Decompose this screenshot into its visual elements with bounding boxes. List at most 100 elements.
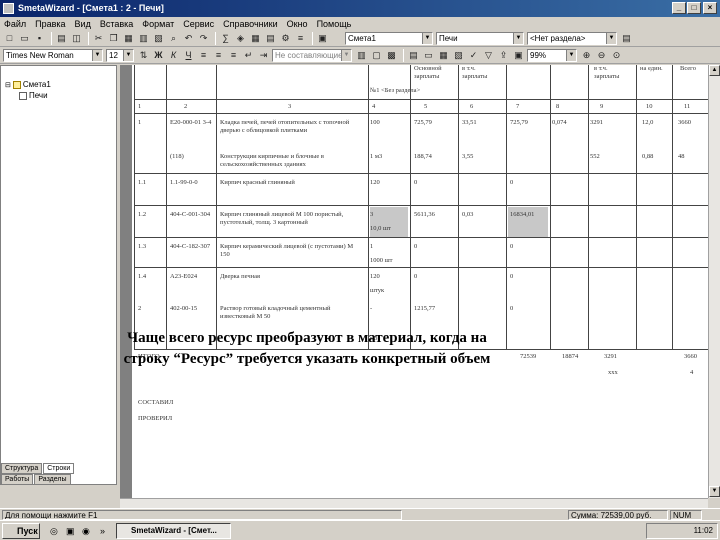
menu-item-2[interactable]: Вид [75, 19, 91, 29]
insert-row-icon[interactable]: ▥ [137, 32, 150, 45]
header-cell: в т.ч. зарплаты [594, 65, 620, 80]
document-icon [19, 91, 27, 100]
new-doc-icon[interactable]: □ [3, 32, 16, 45]
zoom-fit-icon[interactable]: ⊙ [610, 49, 623, 62]
vertical-scrollbar[interactable]: ▲ ▼ [708, 65, 720, 498]
section-select[interactable]: Печи ▼ [436, 31, 524, 45]
menu-item-4[interactable]: Формат [142, 19, 174, 29]
save-icon[interactable]: ▪ [33, 32, 46, 45]
grid-icon[interactable]: ▤ [264, 32, 277, 45]
tree-item-section[interactable]: Печи [19, 91, 48, 100]
estimate-sheet[interactable]: Основной зарплаты в т.ч. зарплаты в т.ч. з… [132, 65, 708, 498]
status-sum: Сумма: 72539,00 руб. [568, 510, 668, 520]
grid-icon[interactable]: ▦ [437, 49, 450, 62]
scroll-up-icon[interactable]: ▲ [709, 65, 720, 76]
underline-button[interactable]: Ч [182, 49, 195, 62]
tab-structure[interactable]: Структура [1, 463, 43, 474]
chevron-down-icon[interactable]: ▼ [422, 32, 432, 44]
table-cell-name: Раствор готовый кладочный цементный изве… [220, 305, 331, 320]
resource-icon[interactable]: ◈ [234, 32, 247, 45]
close-button[interactable]: × [703, 2, 717, 14]
cut-icon[interactable]: ✂ [92, 32, 105, 45]
align-left-icon[interactable]: ≡ [197, 49, 210, 62]
table-cell-c5: 5611,36 [414, 211, 435, 218]
italic-button[interactable]: К [167, 49, 180, 62]
desktop-icon[interactable]: ▣ [66, 526, 75, 537]
zoom-select[interactable]: 99% ▼ [527, 48, 577, 62]
estimate-select[interactable]: Смета1 ▼ [345, 31, 433, 45]
tab-rows[interactable]: Строки [43, 463, 75, 474]
list-icon[interactable]: ≡ [294, 32, 307, 45]
align-right-icon[interactable]: ≡ [227, 49, 240, 62]
zoom-in-icon[interactable]: ⊕ [580, 49, 593, 62]
chevron-down-icon[interactable]: ▼ [92, 49, 102, 61]
task-smetawizard[interactable]: SmetaWizard - [Смет... [116, 523, 231, 539]
tools-icon[interactable]: ⚙ [279, 32, 292, 45]
border-icon[interactable]: ▢ [370, 49, 383, 62]
menu-item-1[interactable]: Правка [35, 19, 65, 29]
zoom-out-icon[interactable]: ⊖ [595, 49, 608, 62]
print-icon[interactable]: ▤ [407, 49, 420, 62]
table-cell-name: Кирпич глиняный лицевой М 100 пористый, … [220, 211, 344, 226]
page-icon[interactable]: ▭ [422, 49, 435, 62]
minimize-button[interactable]: _ [672, 2, 686, 14]
size-select[interactable]: 12 ▼ [106, 48, 134, 62]
signature-label: ПРОВЕРИЛ [138, 415, 173, 422]
tree-item-estimate[interactable]: ⊟ Смета1 [5, 80, 51, 89]
table-cell-name: Дверка печная [220, 273, 260, 280]
props-icon[interactable]: ▣ [512, 49, 525, 62]
filter-icon[interactable]: ▽ [482, 49, 495, 62]
doc-icon[interactable]: ▣ [316, 32, 329, 45]
align-center-icon[interactable]: ≡ [212, 49, 225, 62]
scroll-down-icon[interactable]: ▼ [709, 486, 720, 497]
chevron-down-icon[interactable]: ▼ [566, 49, 576, 61]
column-line [458, 65, 459, 350]
menu-item-5[interactable]: Сервис [183, 19, 214, 29]
paste-icon[interactable]: ▦ [122, 32, 135, 45]
app-icon[interactable] [3, 3, 14, 14]
menu-item-8[interactable]: Помощь [317, 19, 352, 29]
table-cell-n: 1.1 [138, 179, 147, 186]
bold-button[interactable]: Ж [152, 49, 165, 62]
font-select[interactable]: Times New Roman ▼ [3, 48, 103, 62]
menu-item-6[interactable]: Справочники [223, 19, 278, 29]
print-icon[interactable]: ▤ [55, 32, 68, 45]
calc-icon[interactable]: ∑ [219, 32, 232, 45]
subsection-select[interactable]: <Нет раздела> ▼ [527, 31, 617, 45]
wrap-icon[interactable]: ↵ [242, 49, 255, 62]
column-icon[interactable]: ▥ [355, 49, 368, 62]
sort-icon[interactable]: ⇅ [137, 49, 150, 62]
find-icon[interactable]: ⌕ [167, 32, 180, 45]
copy-icon[interactable]: ❐ [107, 32, 120, 45]
chevron-down-icon[interactable]: ▼ [513, 32, 523, 44]
chevron-down-icon[interactable]: ▼ [606, 32, 616, 44]
horizontal-scrollbar[interactable] [120, 498, 708, 508]
menu-item-7[interactable]: Окно [287, 19, 308, 29]
section-label: №1 <Без раздела> [370, 87, 421, 94]
indent-icon[interactable]: ⇥ [257, 49, 270, 62]
media-icon[interactable]: ◉ [82, 526, 90, 537]
section-props-icon[interactable]: ▤ [620, 32, 633, 45]
maximize-button[interactable]: □ [687, 2, 701, 14]
expand-icon[interactable]: ⊟ [5, 81, 11, 89]
check-icon[interactable]: ✓ [467, 49, 480, 62]
menu-item-0[interactable]: Файл [4, 19, 26, 29]
chevron-right-icon[interactable]: » [100, 526, 105, 536]
ie-icon[interactable]: ◎ [50, 526, 58, 537]
fill-icon[interactable]: ▩ [385, 49, 398, 62]
tab-works[interactable]: Работы [1, 474, 34, 485]
chevron-down-icon[interactable]: ▼ [341, 49, 351, 61]
style-select[interactable]: Не составляющие... ▼ [272, 48, 352, 62]
menu-item-3[interactable]: Вставка [100, 19, 133, 29]
open-folder-icon[interactable]: ▭ [18, 32, 31, 45]
table-icon[interactable]: ▦ [249, 32, 262, 45]
chart-icon[interactable]: ▧ [452, 49, 465, 62]
redo-icon[interactable]: ↷ [197, 32, 210, 45]
preview-icon[interactable]: ◫ [70, 32, 83, 45]
export-icon[interactable]: ⇪ [497, 49, 510, 62]
undo-icon[interactable]: ↶ [182, 32, 195, 45]
tab-sections[interactable]: Разделы [34, 474, 71, 485]
chevron-down-icon[interactable]: ▼ [123, 49, 133, 61]
start-button[interactable]: Пуск [2, 523, 40, 539]
delete-row-icon[interactable]: ▧ [152, 32, 165, 45]
